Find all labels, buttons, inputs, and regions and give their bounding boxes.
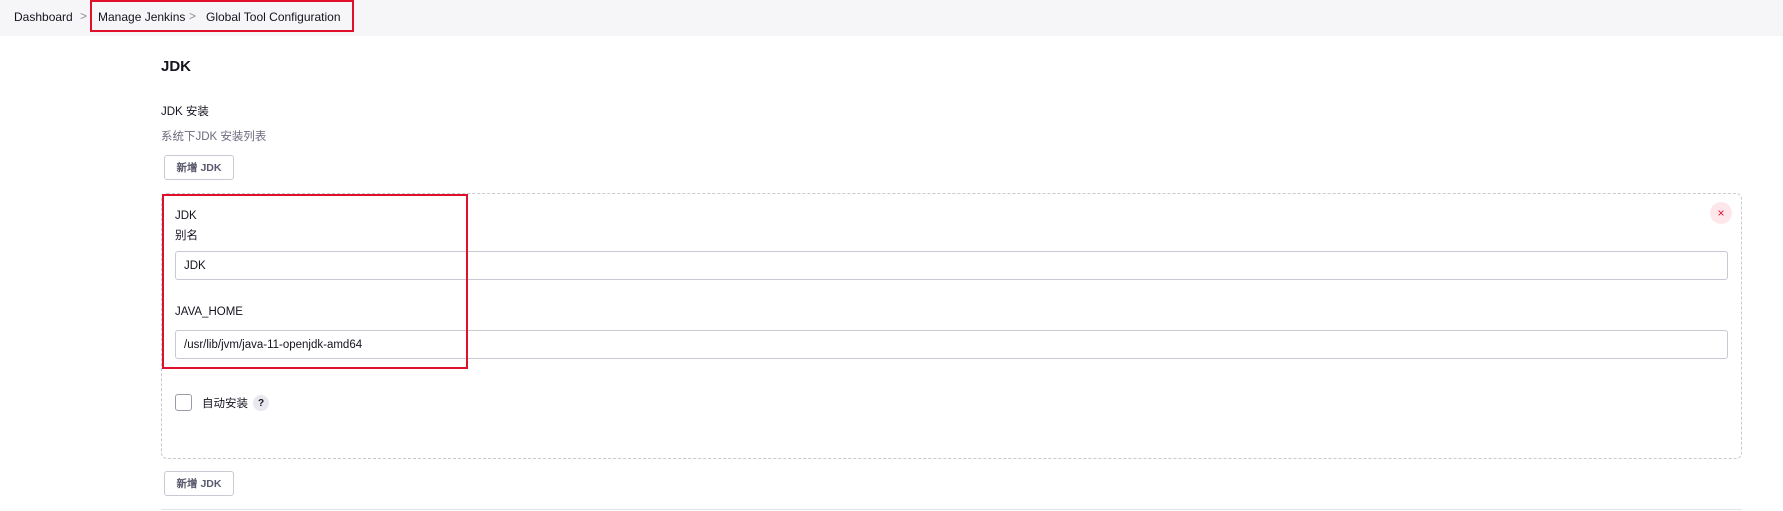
divider: [161, 509, 1742, 510]
breadcrumb-separator: >: [80, 9, 88, 23]
breadcrumb: Dashboard > Manage Jenkins > Global Tool…: [0, 0, 1783, 36]
jdk-install-description: 系统下JDK 安装列表: [161, 131, 267, 143]
close-icon[interactable]: ×: [1710, 202, 1732, 224]
jdk-install-label: JDK 安装: [161, 106, 209, 118]
breadcrumb-global-tool-configuration[interactable]: Global Tool Configuration: [206, 10, 341, 24]
java-home-label: JAVA_HOME: [175, 306, 243, 318]
section-title: JDK: [161, 58, 192, 75]
help-icon[interactable]: ?: [253, 395, 269, 411]
add-jdk-button[interactable]: 新增 JDK: [164, 155, 234, 180]
jdk-name-input[interactable]: JDK: [175, 251, 1728, 280]
auto-install-label: 自动安装: [202, 398, 248, 410]
java-home-input[interactable]: /usr/lib/jvm/java-11-openjdk-amd64: [175, 330, 1728, 359]
jdk-entry-container: [161, 193, 1742, 459]
breadcrumb-manage-jenkins[interactable]: Manage Jenkins: [98, 10, 185, 24]
breadcrumb-separator: >: [189, 9, 197, 23]
add-jdk-button-bottom[interactable]: 新增 JDK: [164, 471, 234, 496]
auto-install-checkbox[interactable]: [175, 394, 192, 411]
jdk-name-label: 别名: [175, 230, 198, 242]
breadcrumb-dashboard[interactable]: Dashboard: [14, 10, 73, 24]
jdk-entry-header: JDK: [175, 210, 197, 222]
